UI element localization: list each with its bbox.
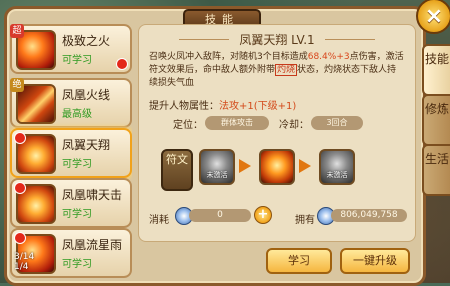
upgrade-all-button[interactable]: 一键升级 <box>340 248 410 274</box>
cost-value: 0 <box>189 209 251 222</box>
attribute-row: 提升人物属性：法攻+1(下级+1) <box>149 97 296 112</box>
skill-detail-panel: 凤翼天翔 LV.1 召唤火凤冲入敌阵，对随机3个目标造成68.4%+3点伤害，激… <box>138 24 416 242</box>
position-label: 定位： <box>173 120 203 131</box>
close-button[interactable]: × <box>416 0 450 34</box>
attribute-value: 法攻+1(下级+1) <box>219 101 297 112</box>
rune-lock-text: 未激活 <box>206 171 228 179</box>
skill-status: 可学习 <box>62 55 92 66</box>
rune-lock-text: 未激活 <box>326 171 348 179</box>
overlay-line-1: 3/14 <box>14 252 35 262</box>
tab-life[interactable]: 生活 <box>422 144 450 196</box>
rune-slot-icon[interactable]: 未激活 <box>319 149 355 185</box>
notification-dot-icon <box>116 58 128 70</box>
tab-cultivation-label: 修炼 <box>424 102 449 116</box>
title-divider-right <box>325 39 375 40</box>
notification-dot-icon <box>14 182 26 194</box>
cost-label: 消耗 <box>149 215 169 226</box>
skill-name: 凤凰啸天击 <box>62 188 123 202</box>
close-icon: × <box>424 3 444 29</box>
skill-list[interactable]: 超 极致之火 可学习 绝 凤凰火线 最高级 凤翼天翔 可学习 凤凰啸天击 可学习… <box>10 24 132 278</box>
skill-status: 可学习 <box>62 209 92 220</box>
skill-name: 凤凰火线 <box>62 88 111 102</box>
own-value: 806,049,758 <box>331 209 407 222</box>
arrow-right-icon <box>239 159 251 173</box>
arrow-right-icon <box>299 159 311 173</box>
skill-item[interactable]: 凤凰啸天击 可学习 <box>10 178 132 228</box>
skill-name: 极致之火 <box>62 34 111 48</box>
skill-tag-badge: 超 <box>10 24 24 38</box>
tab-life-label: 生活 <box>424 152 449 166</box>
tab-skills-label: 技能 <box>424 52 449 66</box>
skill-status: 可学习 <box>62 159 92 170</box>
desc-damage-value: 68.4%+3 <box>307 52 350 62</box>
skill-name: 凤翼天翔 <box>62 138 111 152</box>
attribute-label: 提升人物属性： <box>149 101 219 112</box>
desc-text: 召唤火凤冲入敌阵，对随机3个目标造成 <box>149 52 308 62</box>
skill-item[interactable]: 超 极致之火 可学习 <box>10 24 132 74</box>
notification-dot-icon <box>14 132 26 144</box>
own-label: 拥有 <box>295 215 315 226</box>
desc-status-keyword: 灼烧 <box>275 64 298 76</box>
tab-skills[interactable]: 技能 <box>422 44 450 96</box>
rune-skill-icon <box>259 149 295 185</box>
learn-button[interactable]: 学习 <box>266 248 332 274</box>
overlay-line-2: 1/4 <box>14 262 29 272</box>
cooldown-value: 3回合 <box>311 116 363 130</box>
skill-item[interactable]: 绝 凤凰火线 最高级 <box>10 78 132 128</box>
skill-item-selected[interactable]: 凤翼天翔 可学习 <box>10 128 132 178</box>
skill-status: 最高级 <box>62 109 92 120</box>
notification-dot-icon <box>14 232 26 244</box>
skill-name: 凤凰流星雨 <box>62 238 123 252</box>
rune-slot-icon[interactable]: 未激活 <box>199 149 235 185</box>
cooldown-label: 冷却： <box>279 120 309 131</box>
skill-status: 可学习 <box>62 259 92 270</box>
rune-label-box: 符文 <box>161 149 193 191</box>
skill-tag-badge: 绝 <box>10 78 24 92</box>
add-currency-button[interactable]: + <box>254 206 272 224</box>
tab-cultivation[interactable]: 修炼 <box>422 94 450 146</box>
position-value: 群体攻击 <box>205 116 269 130</box>
skill-description: 召唤火凤冲入敌阵，对随机3个目标造成68.4%+3点伤害，激活符文效果后，命中敌… <box>149 51 405 90</box>
overlay-counter: 3/14 1/4 <box>14 252 34 272</box>
